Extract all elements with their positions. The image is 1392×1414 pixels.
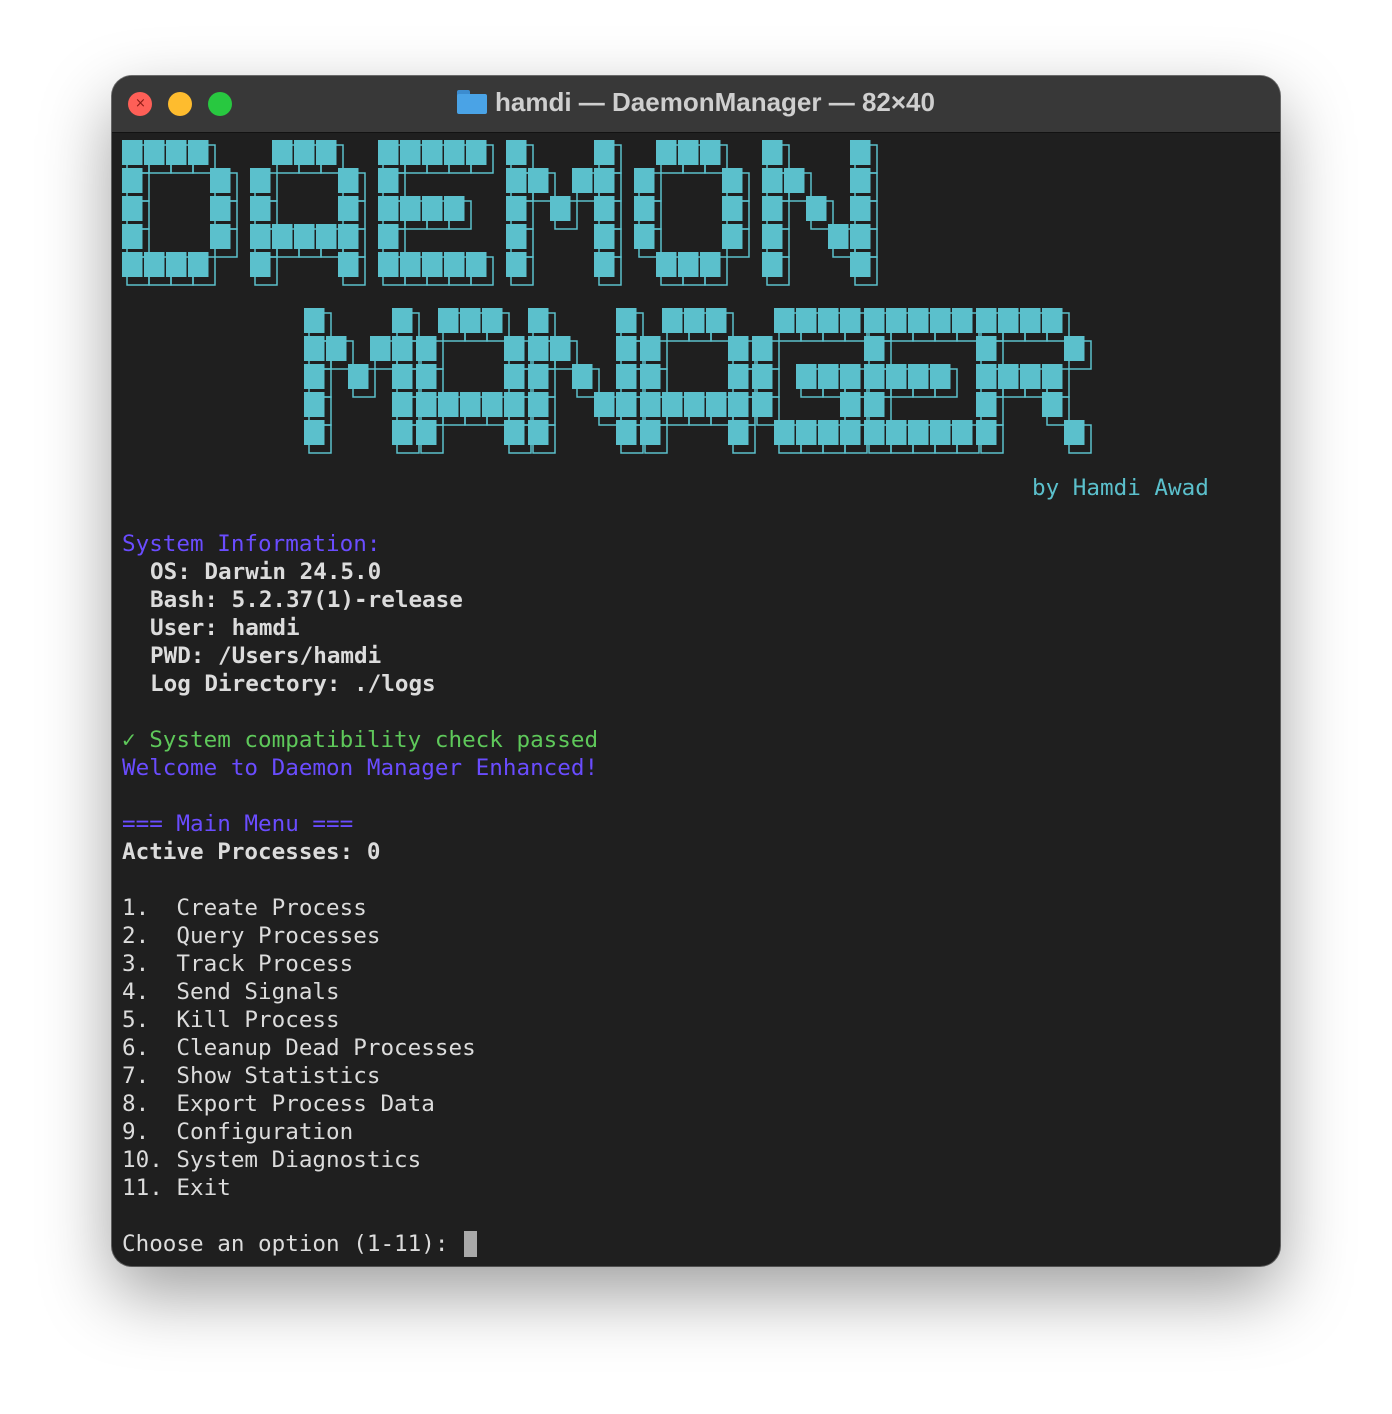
window-title-group: hamdi — DaemonManager — 82×40 (112, 87, 1280, 117)
terminal-window: × hamdi — DaemonManager — 82×40 by Hamdi… (112, 76, 1280, 1266)
window-title: hamdi — DaemonManager — 82×40 (495, 87, 935, 117)
sysinfo-log-directory: Log Directory: ./logs (150, 671, 436, 697)
title-bar[interactable]: × hamdi — DaemonManager — 82×40 (112, 76, 1280, 133)
menu-item-show-statistics: 7. Show Statistics (122, 1063, 381, 1089)
menu-item-send-signals: 4. Send Signals (122, 979, 340, 1005)
sysinfo-bash: Bash: 5.2.37(1)-release (150, 587, 463, 613)
text-cursor (464, 1231, 478, 1257)
menu-item-create-process: 1. Create Process (122, 895, 367, 921)
menu-item-kill-process: 5. Kill Process (122, 1007, 340, 1033)
menu-item-export-process-data: 8. Export Process Data (122, 1091, 435, 1117)
compatibility-check: ✓ System compatibility check passed (122, 727, 599, 753)
menu-item-query-processes: 2. Query Processes (122, 923, 381, 949)
menu-item-system-diagnostics: 10. System Diagnostics (122, 1147, 422, 1173)
folder-icon (457, 90, 487, 114)
main-menu-heading: === Main Menu === (122, 811, 354, 837)
menu-item-track-process: 3. Track Process (122, 951, 354, 977)
menu-item-cleanup-dead-processes: 6. Cleanup Dead Processes (122, 1035, 476, 1061)
active-processes: Active Processes: 0 (122, 839, 381, 865)
byline: by Hamdi Awad (1032, 475, 1209, 501)
prompt-text: Choose an option (1-11): (122, 1231, 463, 1257)
ascii-banner (122, 140, 1202, 480)
menu-item-exit: 11. Exit (122, 1175, 231, 1201)
sysinfo-user: User: hamdi (150, 615, 300, 641)
sysinfo-os: OS: Darwin 24.5.0 (150, 559, 382, 585)
welcome-message: Welcome to Daemon Manager Enhanced! (122, 755, 599, 781)
sysinfo-pwd: PWD: /Users/hamdi (150, 643, 382, 669)
system-info-heading: System Information: (122, 531, 381, 557)
prompt-line[interactable]: Choose an option (1-11): (122, 1230, 478, 1258)
terminal-content[interactable]: by Hamdi Awad System Information: OS: Da… (122, 140, 1280, 1266)
ascii-banner-logo (122, 140, 1092, 454)
menu-item-configuration: 9. Configuration (122, 1119, 354, 1145)
